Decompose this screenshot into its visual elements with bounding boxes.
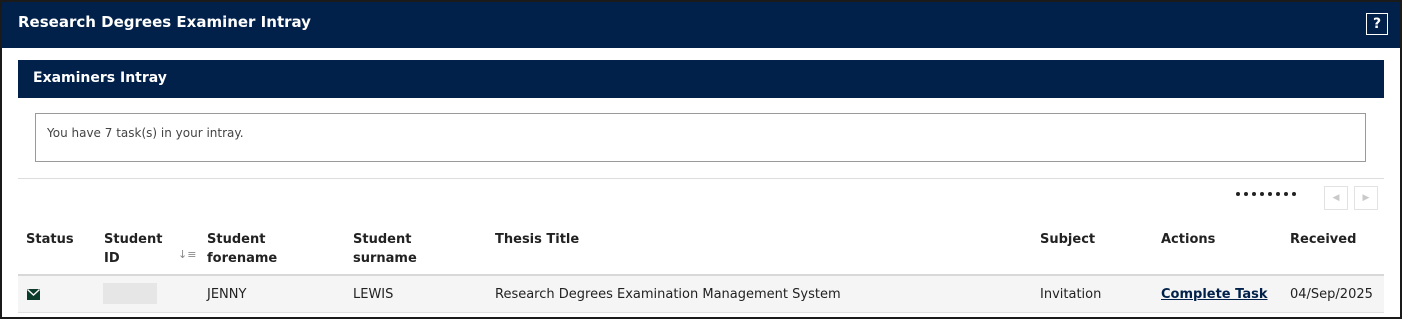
column-header-actions: Actions (1161, 232, 1216, 247)
chevron-left-icon: ◀ (1332, 193, 1340, 203)
envelope-icon (27, 289, 40, 300)
student-surname-cell: LEWIS (353, 287, 394, 302)
pager-next-button[interactable]: ▶ (1354, 186, 1378, 210)
pager-dot (1252, 192, 1256, 196)
sort-descending-icon[interactable]: ↓≡ (178, 248, 196, 261)
pager-dot (1276, 192, 1280, 196)
column-header-student-id[interactable]: Student ID (104, 230, 162, 268)
chevron-right-icon: ▶ (1362, 193, 1370, 203)
pager-prev-button[interactable]: ◀ (1324, 186, 1348, 210)
thesis-title-cell: Research Degrees Examination Management … (495, 287, 841, 302)
student-forename-cell: JENNY (207, 287, 247, 302)
pager-dot (1292, 192, 1296, 196)
pager-dot (1284, 192, 1288, 196)
section-divider (18, 178, 1384, 179)
column-header-student-surname[interactable]: Student surname (353, 230, 417, 268)
column-header-status[interactable]: Status (26, 230, 74, 249)
panel-title: Examiners Intray (33, 70, 167, 86)
intray-window: Research Degrees Examiner Intray ? Exami… (0, 0, 1402, 319)
pager-dot (1260, 192, 1264, 196)
subject-cell: Invitation (1040, 287, 1102, 302)
panel-header: Examiners Intray (18, 60, 1384, 98)
pager-page-indicator (1236, 192, 1296, 196)
app-header: Research Degrees Examiner Intray ? (2, 2, 1400, 48)
page-title: Research Degrees Examiner Intray (18, 13, 311, 31)
column-header-thesis-title[interactable]: Thesis Title (495, 230, 579, 249)
pager-dot (1268, 192, 1272, 196)
student-id-cell (103, 283, 157, 304)
column-header-subject[interactable]: Subject (1040, 230, 1095, 249)
received-date-cell: 04/Sep/2025 (1290, 287, 1373, 302)
column-header-student-forename[interactable]: Student forename (207, 230, 277, 268)
intray-message-box: You have 7 task(s) in your intray. (35, 113, 1366, 162)
column-header-received[interactable]: Received (1290, 230, 1356, 249)
table-row-divider (18, 312, 1384, 313)
intray-message-text: You have 7 task(s) in your intray. (47, 126, 244, 140)
pager-dot (1244, 192, 1248, 196)
complete-task-link[interactable]: Complete Task (1161, 287, 1268, 302)
help-button[interactable]: ? (1366, 13, 1388, 35)
pager-dot (1236, 192, 1240, 196)
